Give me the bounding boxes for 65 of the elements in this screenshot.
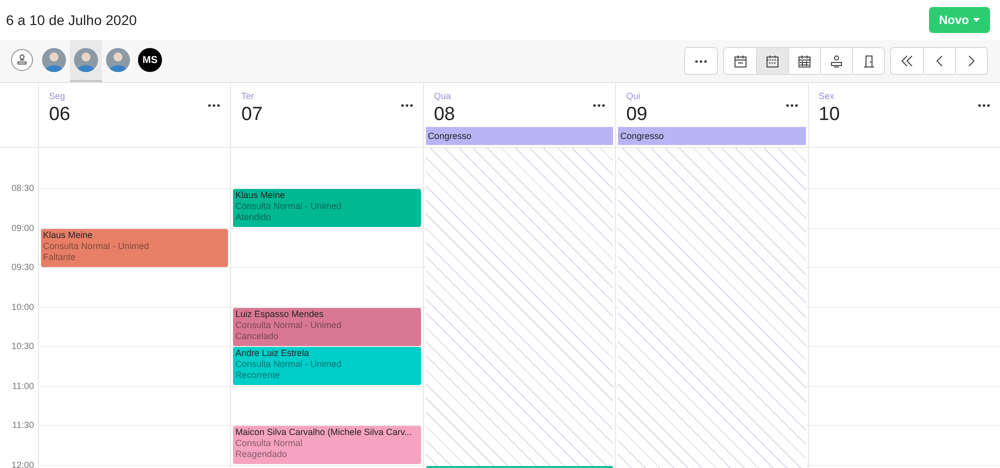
double-chevron-left-icon	[901, 55, 913, 67]
weekday-label: Sex	[818, 91, 836, 102]
weekday-label: Qui	[626, 91, 642, 102]
day-number: 09	[626, 104, 648, 126]
time-label: 12:00	[11, 460, 34, 468]
more-icon	[786, 104, 798, 106]
professional-tab[interactable]	[70, 40, 102, 82]
appointment-card[interactable]: Klaus Meine Consulta Normal - Unimed Atendido	[233, 189, 421, 227]
service-label: Consulta Normal - Unimed	[235, 320, 342, 330]
door-icon	[862, 54, 874, 68]
all-day-event[interactable]: Congresso	[618, 127, 806, 146]
calendar-week-icon	[766, 54, 779, 68]
avatar-silhouette-icon	[74, 48, 98, 72]
avatar-silhouette-icon	[42, 48, 66, 72]
time-label: 10:30	[11, 341, 34, 351]
appointment-card[interactable]: Klaus Meine Consulta Normal - Unimed Faltante	[41, 228, 228, 266]
time-label: 11:30	[12, 420, 34, 430]
status-label: Faltante	[43, 252, 77, 262]
calendar-month-icon	[798, 54, 811, 68]
day-number: 06	[49, 104, 70, 126]
calendar-icon	[734, 54, 746, 68]
avatar-silhouette-icon	[106, 48, 130, 72]
time-label: 09:00	[11, 222, 34, 232]
professional-tab[interactable]: MS	[134, 40, 166, 82]
person-desk-icon	[11, 49, 33, 71]
toolbar-button[interactable]	[756, 48, 788, 74]
patient-name: Maicon Silva Carvalho (Michele Silva Carv...	[235, 427, 413, 438]
appointment-card[interactable]: Luiz Espasso Mendes Consulta Normal - Unimed Cancelado	[233, 308, 421, 346]
all-day-event[interactable]: Congresso	[426, 127, 614, 146]
status-label: Cancelado	[235, 330, 280, 342]
status-label: Recorrente	[235, 370, 281, 381]
time-label: 09:30	[11, 262, 34, 272]
page-title: 6 a 10 de Julho 2020	[6, 10, 137, 30]
chevron-right-icon	[968, 55, 975, 67]
patient-name: Klaus Meine	[235, 190, 286, 201]
patient-name: Andre Luiz Estrela	[235, 348, 310, 359]
patient-name: Klaus Meine	[43, 230, 94, 240]
weekday-label: Qua	[434, 91, 452, 102]
service-label: Consulta Normal	[235, 438, 304, 449]
time-label: 10:00	[11, 302, 34, 312]
appointment-card[interactable]: Maicon Silva Carvalho (Michele Silva Carv... Consulta Normal Reagendado	[233, 426, 421, 464]
status-label: Atendido	[235, 212, 272, 223]
toolbar-button[interactable]	[852, 48, 884, 74]
chevron-left-icon	[936, 55, 943, 67]
more-icon	[208, 104, 220, 106]
person-desk-icon	[830, 54, 843, 68]
service-label: Consulta Normal - Unimed	[43, 240, 150, 252]
patient-name: Luiz Espasso Mendes	[235, 308, 324, 320]
status-label: Reagendado	[235, 449, 288, 460]
service-label: Consulta Normal - Unimed	[235, 359, 342, 370]
more-icon	[978, 104, 990, 106]
day-number: 07	[241, 104, 263, 126]
time-label: 08:30	[11, 183, 34, 193]
more-icon	[695, 60, 707, 62]
weekday-label: Ter	[241, 91, 255, 102]
weekday-label: Seg	[49, 91, 66, 102]
caret-icon	[973, 18, 980, 22]
day-number: 10	[818, 104, 840, 126]
appointment-card[interactable]: Andre Luiz Estrela Consulta Normal - Unimed Recorrente	[233, 347, 421, 385]
more-icon	[400, 104, 413, 106]
service-label: Consulta Normal - Unimed	[235, 201, 342, 212]
time-label: 11:00	[12, 380, 34, 390]
day-number: 08	[434, 104, 455, 126]
more-icon	[593, 104, 606, 106]
initials-avatar: MS	[138, 48, 162, 72]
